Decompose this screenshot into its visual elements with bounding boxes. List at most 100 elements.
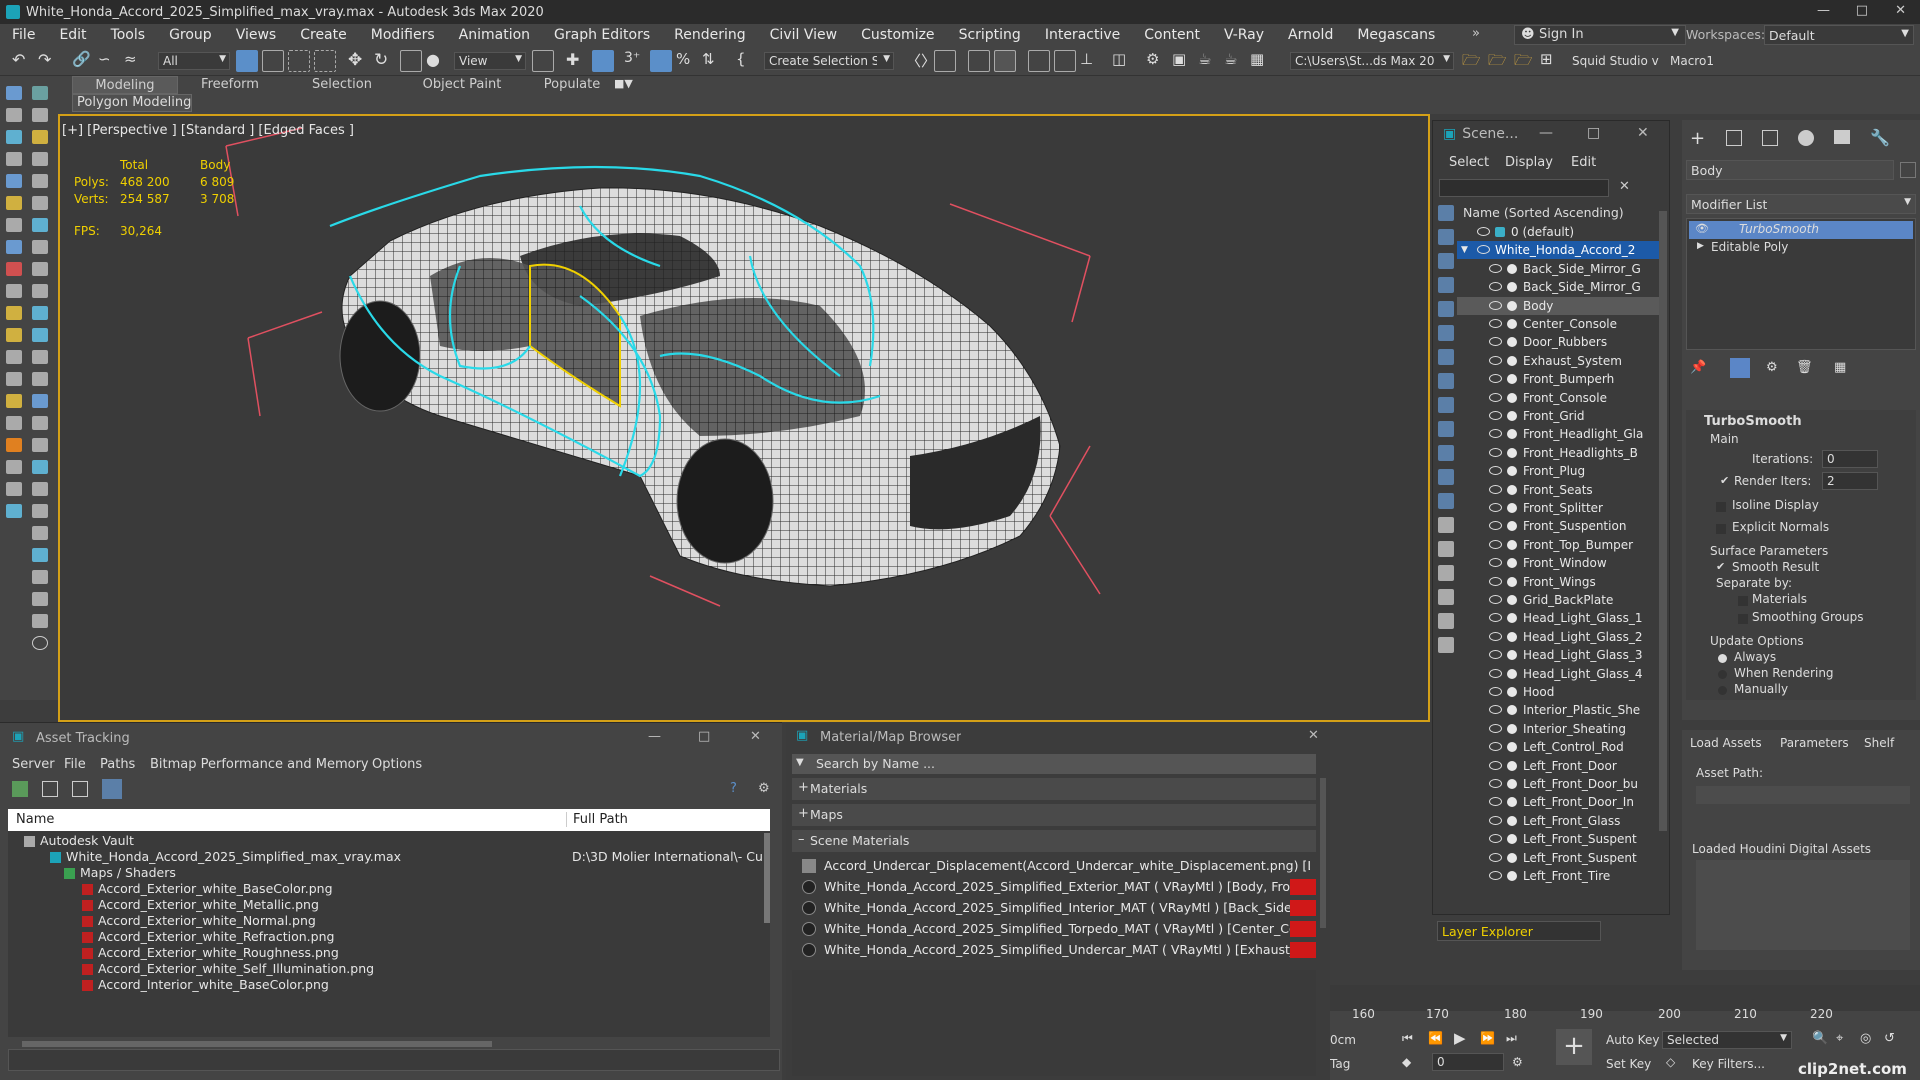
- close-button[interactable]: ✕: [1308, 728, 1319, 743]
- eye-icon[interactable]: [1489, 760, 1502, 770]
- tool-icon-42[interactable]: [32, 548, 48, 562]
- menu-scripting[interactable]: Scripting: [947, 24, 1033, 46]
- menu-rendering[interactable]: Rendering: [662, 24, 758, 46]
- help-icon[interactable]: [32, 636, 48, 650]
- utilities-tab-icon[interactable]: 🔧: [1870, 128, 1890, 147]
- viewport-label[interactable]: [+] [Perspective ] [Standard ] [Edged Fa…: [62, 123, 354, 138]
- toggle-ribbon-icon[interactable]: [1028, 50, 1050, 72]
- tool-icon-39[interactable]: [6, 504, 22, 518]
- tool-icon-14[interactable]: [32, 218, 48, 232]
- tool-icon-23[interactable]: [6, 328, 22, 342]
- scene-row[interactable]: Left_Front_Tire: [1457, 867, 1667, 883]
- scene-row[interactable]: Back_Side_Mirror_G: [1457, 278, 1667, 296]
- menu-edit[interactable]: Edit: [47, 24, 98, 46]
- scene-row[interactable]: Body: [1457, 296, 1667, 315]
- scale-icon[interactable]: [400, 50, 422, 72]
- scene-row[interactable]: Front_Seats: [1457, 481, 1667, 499]
- scene-row[interactable]: Left_Front_Door_In: [1457, 793, 1667, 811]
- table-row[interactable]: Accord_Exterior_white_Normal.png: [8, 913, 770, 929]
- modify-tab-icon[interactable]: [1726, 130, 1742, 146]
- eye-icon[interactable]: 👁: [1695, 222, 1709, 235]
- layer-explorer-dropdown[interactable]: Layer Explorer: [1437, 921, 1601, 941]
- houdini-tab-load-assets[interactable]: Load Assets: [1690, 736, 1762, 750]
- tool-icon-34[interactable]: [32, 438, 48, 452]
- tool-icon-25[interactable]: [6, 350, 22, 364]
- tool-icon-30[interactable]: [32, 394, 48, 408]
- scene-row[interactable]: Front_Top_Bumper: [1457, 536, 1667, 554]
- display-geometry-icon[interactable]: [1438, 229, 1454, 245]
- ribbon-tab-object-paint[interactable]: Object Paint: [404, 76, 520, 94]
- menu-modifiers[interactable]: Modifiers: [359, 24, 447, 46]
- set-key-button[interactable]: Set Key: [1606, 1057, 1651, 1071]
- rollout-title[interactable]: TurboSmooth: [1704, 414, 1802, 429]
- display-shapes-icon[interactable]: [1438, 253, 1454, 269]
- eye-icon[interactable]: [1489, 484, 1502, 494]
- table-row[interactable]: Accord_Exterior_white_Roughness.png: [8, 945, 770, 961]
- menu-views[interactable]: Views: [224, 24, 289, 46]
- maximize-button[interactable]: □: [1856, 3, 1868, 18]
- maximize-button[interactable]: □: [698, 729, 710, 744]
- asset-menu-options[interactable]: Options: [372, 757, 422, 772]
- scene-row[interactable]: Door_Rubbers: [1457, 333, 1667, 351]
- overflow-chevron-icon[interactable]: »: [1472, 26, 1480, 41]
- eye-icon[interactable]: [1489, 576, 1502, 586]
- tool-icon-9[interactable]: [6, 174, 22, 188]
- eye-icon[interactable]: [1489, 797, 1502, 807]
- close-button[interactable]: ✕: [750, 729, 761, 744]
- eye-icon[interactable]: [1489, 650, 1502, 660]
- orbit-icon[interactable]: ↺: [1884, 1031, 1895, 1046]
- align-icon[interactable]: [934, 50, 956, 72]
- tool-icon-1[interactable]: [6, 86, 22, 100]
- material-search-input[interactable]: ▼ Search by Name ...: [792, 754, 1316, 774]
- scene-row[interactable]: Head_Light_Glass_2: [1457, 628, 1667, 646]
- squid-icon[interactable]: ⊞: [1540, 50, 1562, 72]
- tool-icon-5[interactable]: [6, 130, 22, 144]
- table-row[interactable]: Accord_Exterior_white_Metallic.png: [8, 897, 770, 913]
- angle-snap-icon[interactable]: [650, 50, 672, 72]
- expand-icon[interactable]: ▶: [1697, 241, 1704, 251]
- when-rendering-radio[interactable]: [1718, 670, 1727, 679]
- table-row[interactable]: Accord_Exterior_white_BaseColor.png: [8, 881, 770, 897]
- undo-icon[interactable]: ↶: [12, 50, 34, 72]
- snap-toggle-icon[interactable]: 3⁺: [624, 50, 646, 72]
- tool-icon-21[interactable]: [6, 306, 22, 320]
- move-icon[interactable]: ✥: [348, 50, 370, 72]
- scene-row[interactable]: Left_Front_Door_bu: [1457, 775, 1667, 793]
- eye-icon[interactable]: [1489, 282, 1502, 292]
- scene-row[interactable]: Left_Front_Suspent: [1457, 849, 1667, 867]
- percent-snap-icon[interactable]: %: [676, 50, 698, 72]
- create-tab-icon[interactable]: +: [1690, 128, 1705, 149]
- scene-row[interactable]: Front_Suspention: [1457, 517, 1667, 535]
- pivot-icon[interactable]: [532, 50, 554, 72]
- tool-icon-35[interactable]: [6, 460, 22, 474]
- modifier-list-dropdown[interactable]: Modifier List ▼: [1686, 194, 1916, 214]
- eye-icon[interactable]: [1489, 337, 1502, 347]
- minimize-button[interactable]: —: [648, 729, 661, 744]
- eye-icon[interactable]: [1489, 466, 1502, 476]
- curve-editor-icon[interactable]: [1054, 50, 1076, 72]
- auto-key-button[interactable]: Auto Key: [1606, 1033, 1659, 1047]
- scene-row[interactable]: Front_Plug: [1457, 462, 1667, 480]
- tool-icon-16[interactable]: [32, 240, 48, 254]
- current-frame-field[interactable]: 0: [1432, 1053, 1504, 1071]
- display-xrefs-icon[interactable]: [1438, 397, 1454, 413]
- configure-sets-icon[interactable]: ▦: [1834, 360, 1846, 375]
- smooth-result-checkbox[interactable]: ✔: [1716, 560, 1725, 573]
- ribbon-options-icon[interactable]: ■▼: [614, 77, 633, 90]
- clear-search-icon[interactable]: ✕: [1619, 179, 1630, 194]
- macro-label[interactable]: Macro1: [1670, 54, 1714, 68]
- render-icon[interactable]: ☕: [1198, 50, 1220, 72]
- display-helpers-icon[interactable]: [1438, 325, 1454, 341]
- zoom-extents-icon[interactable]: ⌖: [1836, 1031, 1843, 1046]
- scene-row[interactable]: Left_Control_Rod: [1457, 738, 1667, 756]
- eye-icon[interactable]: [1489, 631, 1502, 641]
- houdini-tab-parameters[interactable]: Parameters: [1780, 736, 1849, 750]
- eye-icon[interactable]: [1489, 871, 1502, 880]
- minimize-button[interactable]: —: [1539, 125, 1553, 141]
- eye-icon[interactable]: [1489, 742, 1502, 752]
- tool-icon-28[interactable]: [32, 372, 48, 386]
- select-manipulate-icon[interactable]: ✚: [566, 50, 588, 72]
- invert-display-icon[interactable]: [1438, 565, 1454, 581]
- scene-row[interactable]: Front_Splitter: [1457, 499, 1667, 517]
- table-row[interactable]: White_Honda_Accord_2025_Simplified_max_v…: [8, 849, 770, 865]
